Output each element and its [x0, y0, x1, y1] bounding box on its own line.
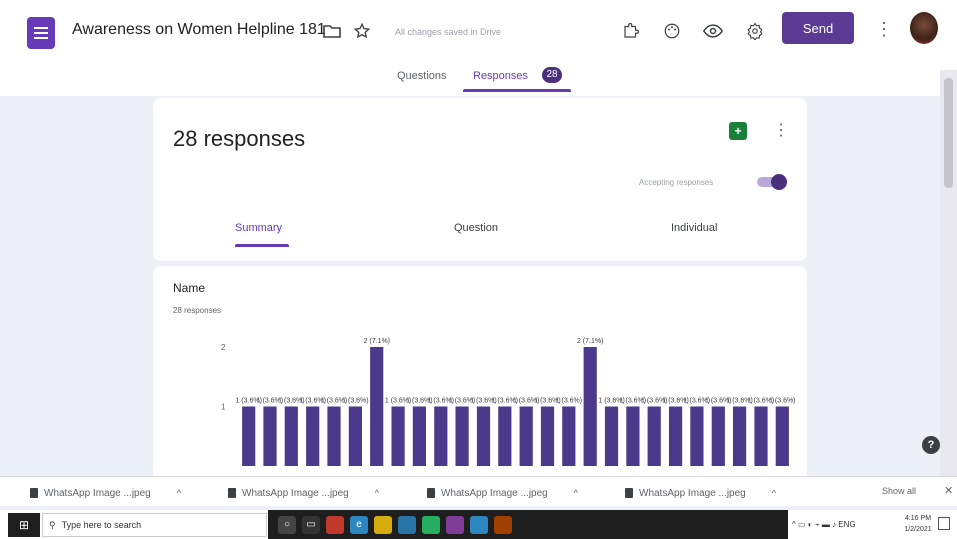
bar-data-label: 1 (3.6%) — [556, 398, 582, 405]
file-icon — [30, 488, 38, 498]
chart-bar[interactable] — [711, 406, 725, 467]
chart-bar[interactable] — [391, 406, 405, 467]
addon-icon[interactable] — [620, 20, 642, 42]
avatar[interactable] — [910, 12, 938, 44]
star-icon[interactable] — [351, 20, 373, 42]
chevron-up-icon[interactable]: ^ — [375, 488, 379, 498]
chart-bar[interactable] — [434, 406, 448, 467]
chart-bar[interactable] — [669, 406, 683, 467]
form-title[interactable]: Awareness on Women Helpline 181 — [72, 21, 326, 39]
save-status: All changes saved in Drive — [395, 27, 502, 37]
tab-summary[interactable]: Summary — [235, 222, 282, 234]
download-item[interactable]: WhatsApp Image ...jpeg ^ — [228, 485, 379, 501]
store-icon[interactable] — [398, 515, 416, 534]
windows-taskbar: ⊞ ⚲ Type here to search ○ ▭ e ^ ▭ ◐ ⌁ ▬ … — [0, 510, 957, 539]
bar-data-label: 1 (3.6%) — [769, 398, 795, 405]
file-icon — [625, 488, 633, 498]
chart-bar[interactable] — [327, 406, 341, 467]
chevron-up-icon[interactable]: ^ — [574, 488, 578, 498]
question-summary-card: Name 28 responses 121 (3.6%) 1 (3.6%) 1 (3… — [153, 266, 807, 476]
sub-tab-active-indicator — [235, 244, 289, 247]
tab-individual[interactable]: Individual — [671, 222, 717, 234]
chevron-up-icon[interactable]: ^ — [772, 488, 776, 498]
response-count: 28 responses — [173, 126, 306, 151]
accepting-responses-toggle[interactable] — [755, 174, 787, 190]
chart-bar[interactable] — [733, 406, 747, 467]
responses-summary-card: 28 responses + ⋮ Accepting responses Sum… — [153, 98, 807, 261]
download-item[interactable]: WhatsApp Image ...jpeg ^ — [625, 485, 776, 501]
help-icon[interactable]: ? — [922, 436, 940, 454]
chevron-up-icon[interactable]: ^ — [177, 488, 181, 498]
downloads-bar: WhatsApp Image ...jpeg ^ WhatsApp Image .… — [0, 476, 957, 506]
file-icon — [228, 488, 236, 498]
chart-bar[interactable] — [284, 406, 298, 467]
more-vert-icon[interactable]: ⋮ — [773, 120, 789, 140]
app-icon[interactable] — [326, 515, 344, 534]
system-tray: ^ ▭ ◐ ⌁ ▬ ♪ ENG 4:16 PM 1/2/2021 — [788, 510, 957, 539]
chart-bar[interactable] — [690, 406, 704, 467]
tab-active-indicator — [463, 89, 571, 92]
chart-bar[interactable] — [348, 406, 362, 467]
chart-bar[interactable] — [242, 406, 256, 467]
page-scrollbar[interactable] — [940, 70, 957, 480]
accepting-responses-label: Accepting responses — [639, 178, 714, 187]
chart-bar[interactable] — [370, 347, 384, 466]
app-icon[interactable] — [470, 515, 488, 534]
scrollbar-thumb[interactable] — [944, 78, 953, 188]
download-item[interactable]: WhatsApp Image ...jpeg ^ — [30, 485, 181, 501]
folder-icon[interactable] — [321, 20, 343, 42]
chart-bar[interactable] — [604, 406, 619, 467]
taskbar-search[interactable]: ⚲ Type here to search — [42, 513, 267, 537]
send-button[interactable]: Send — [782, 12, 854, 44]
responses-bar-chart: 121 (3.6%)1 (3.6%)1 (3.6%)1 (3.6%)1 (3.6… — [221, 338, 796, 467]
chart-bar[interactable] — [498, 406, 512, 467]
cortana-icon[interactable]: ○ — [278, 515, 296, 534]
windows-start-icon[interactable]: ⊞ — [8, 513, 40, 537]
taskbar-apps: ○ ▭ e — [268, 510, 788, 539]
show-all-link[interactable]: Show all — [882, 486, 916, 496]
app-icon[interactable] — [494, 515, 512, 534]
chart-bar[interactable] — [263, 406, 277, 467]
chart-bar[interactable] — [775, 406, 789, 467]
chart-bar[interactable] — [519, 406, 533, 467]
notification-icon[interactable] — [938, 517, 950, 530]
bar-data-label: 2 (7.1%) — [364, 338, 390, 345]
chart-bar[interactable] — [647, 406, 661, 467]
download-item[interactable]: WhatsApp Image ...jpeg ^ — [427, 485, 578, 501]
chart-bar[interactable] — [476, 406, 491, 467]
chart-bar[interactable] — [562, 406, 576, 467]
chart-bar[interactable] — [540, 406, 555, 467]
chrome-icon[interactable] — [422, 515, 440, 534]
app-icon[interactable] — [446, 515, 464, 534]
close-icon[interactable]: ✕ — [944, 484, 953, 497]
y-tick-label: 1 — [221, 403, 226, 412]
bar-data-label: 2 (7.1%) — [577, 338, 603, 345]
tray-icons[interactable]: ^ ▭ ◐ ⌁ ▬ ♪ ENG — [792, 520, 856, 529]
edge-icon[interactable]: e — [350, 515, 368, 534]
settings-icon[interactable] — [744, 20, 766, 42]
bar-data-label: 1 (3.6%) — [342, 398, 368, 405]
chart-bar[interactable] — [412, 406, 426, 467]
tab-responses[interactable]: Responses — [473, 70, 528, 82]
more-vert-icon[interactable]: ⋮ — [875, 18, 893, 40]
task-view-icon[interactable]: ▭ — [302, 515, 320, 534]
y-tick-label: 2 — [221, 343, 226, 352]
chart-bar[interactable] — [583, 347, 597, 466]
chart-bar[interactable] — [754, 406, 768, 467]
responses-badge: 28 — [542, 67, 562, 83]
tab-question[interactable]: Question — [454, 222, 498, 234]
taskbar-search-placeholder: Type here to search — [61, 520, 142, 530]
forms-logo-icon[interactable] — [27, 17, 55, 49]
chart-bar[interactable] — [306, 406, 320, 467]
chart-bar[interactable] — [626, 406, 640, 467]
search-icon: ⚲ — [49, 519, 56, 530]
clock[interactable]: 4:16 PM 1/2/2021 — [900, 513, 936, 535]
file-explorer-icon[interactable] — [374, 515, 392, 534]
file-icon — [427, 488, 435, 498]
chart-bar[interactable] — [455, 406, 469, 467]
palette-icon[interactable] — [661, 20, 683, 42]
tab-questions[interactable]: Questions — [397, 70, 447, 82]
preview-eye-icon[interactable] — [702, 20, 724, 42]
sheets-icon[interactable]: + — [729, 122, 747, 140]
